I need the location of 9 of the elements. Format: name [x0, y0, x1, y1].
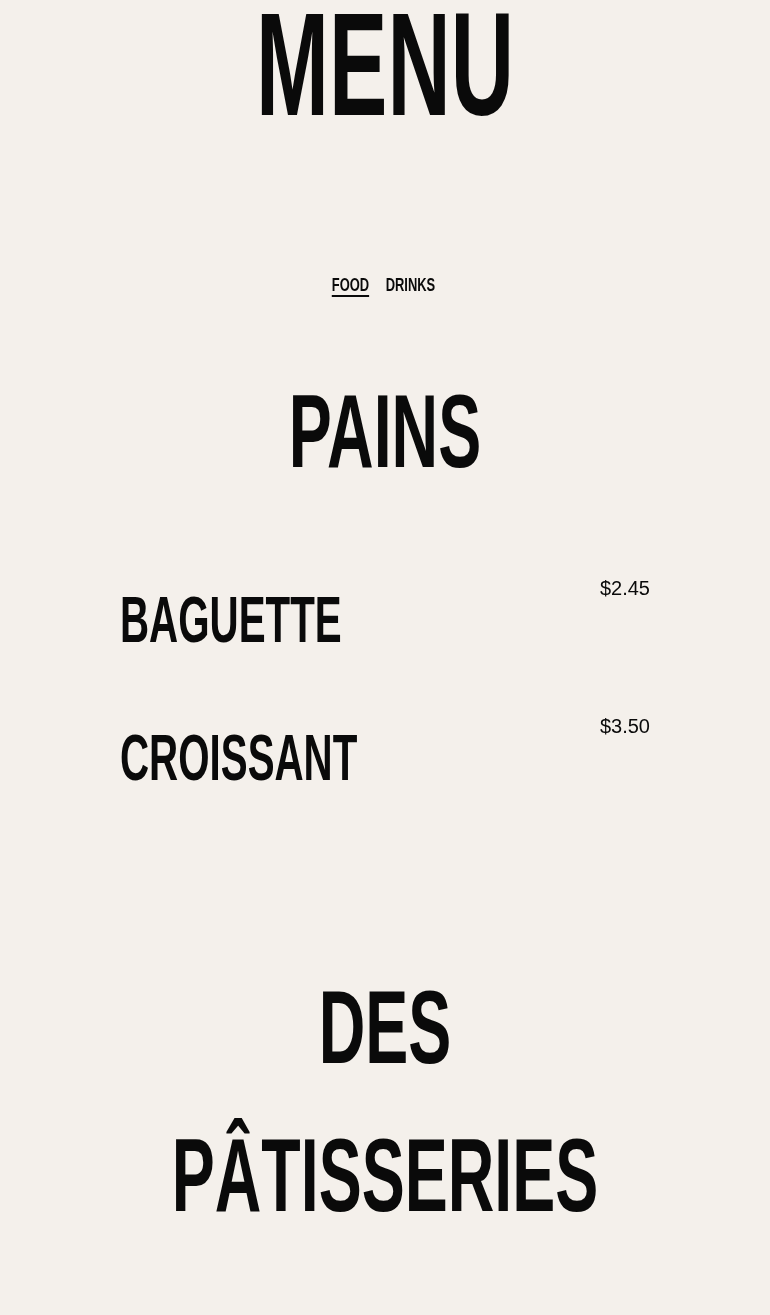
item-price: $2.45 — [599, 576, 650, 600]
section-heading: DES PÂTISSERIES — [170, 968, 600, 1235]
menu-tab[interactable]: DRINKS — [385, 272, 436, 299]
item-name: BAGUETTE — [120, 582, 342, 658]
item-price: $3.50 — [599, 714, 650, 738]
item-name: CROISSANT — [120, 720, 358, 796]
menu-tab[interactable]: FOOD — [331, 272, 370, 299]
menu-title: MENU — [256, 0, 514, 130]
section-heading: PAINS — [287, 372, 483, 491]
